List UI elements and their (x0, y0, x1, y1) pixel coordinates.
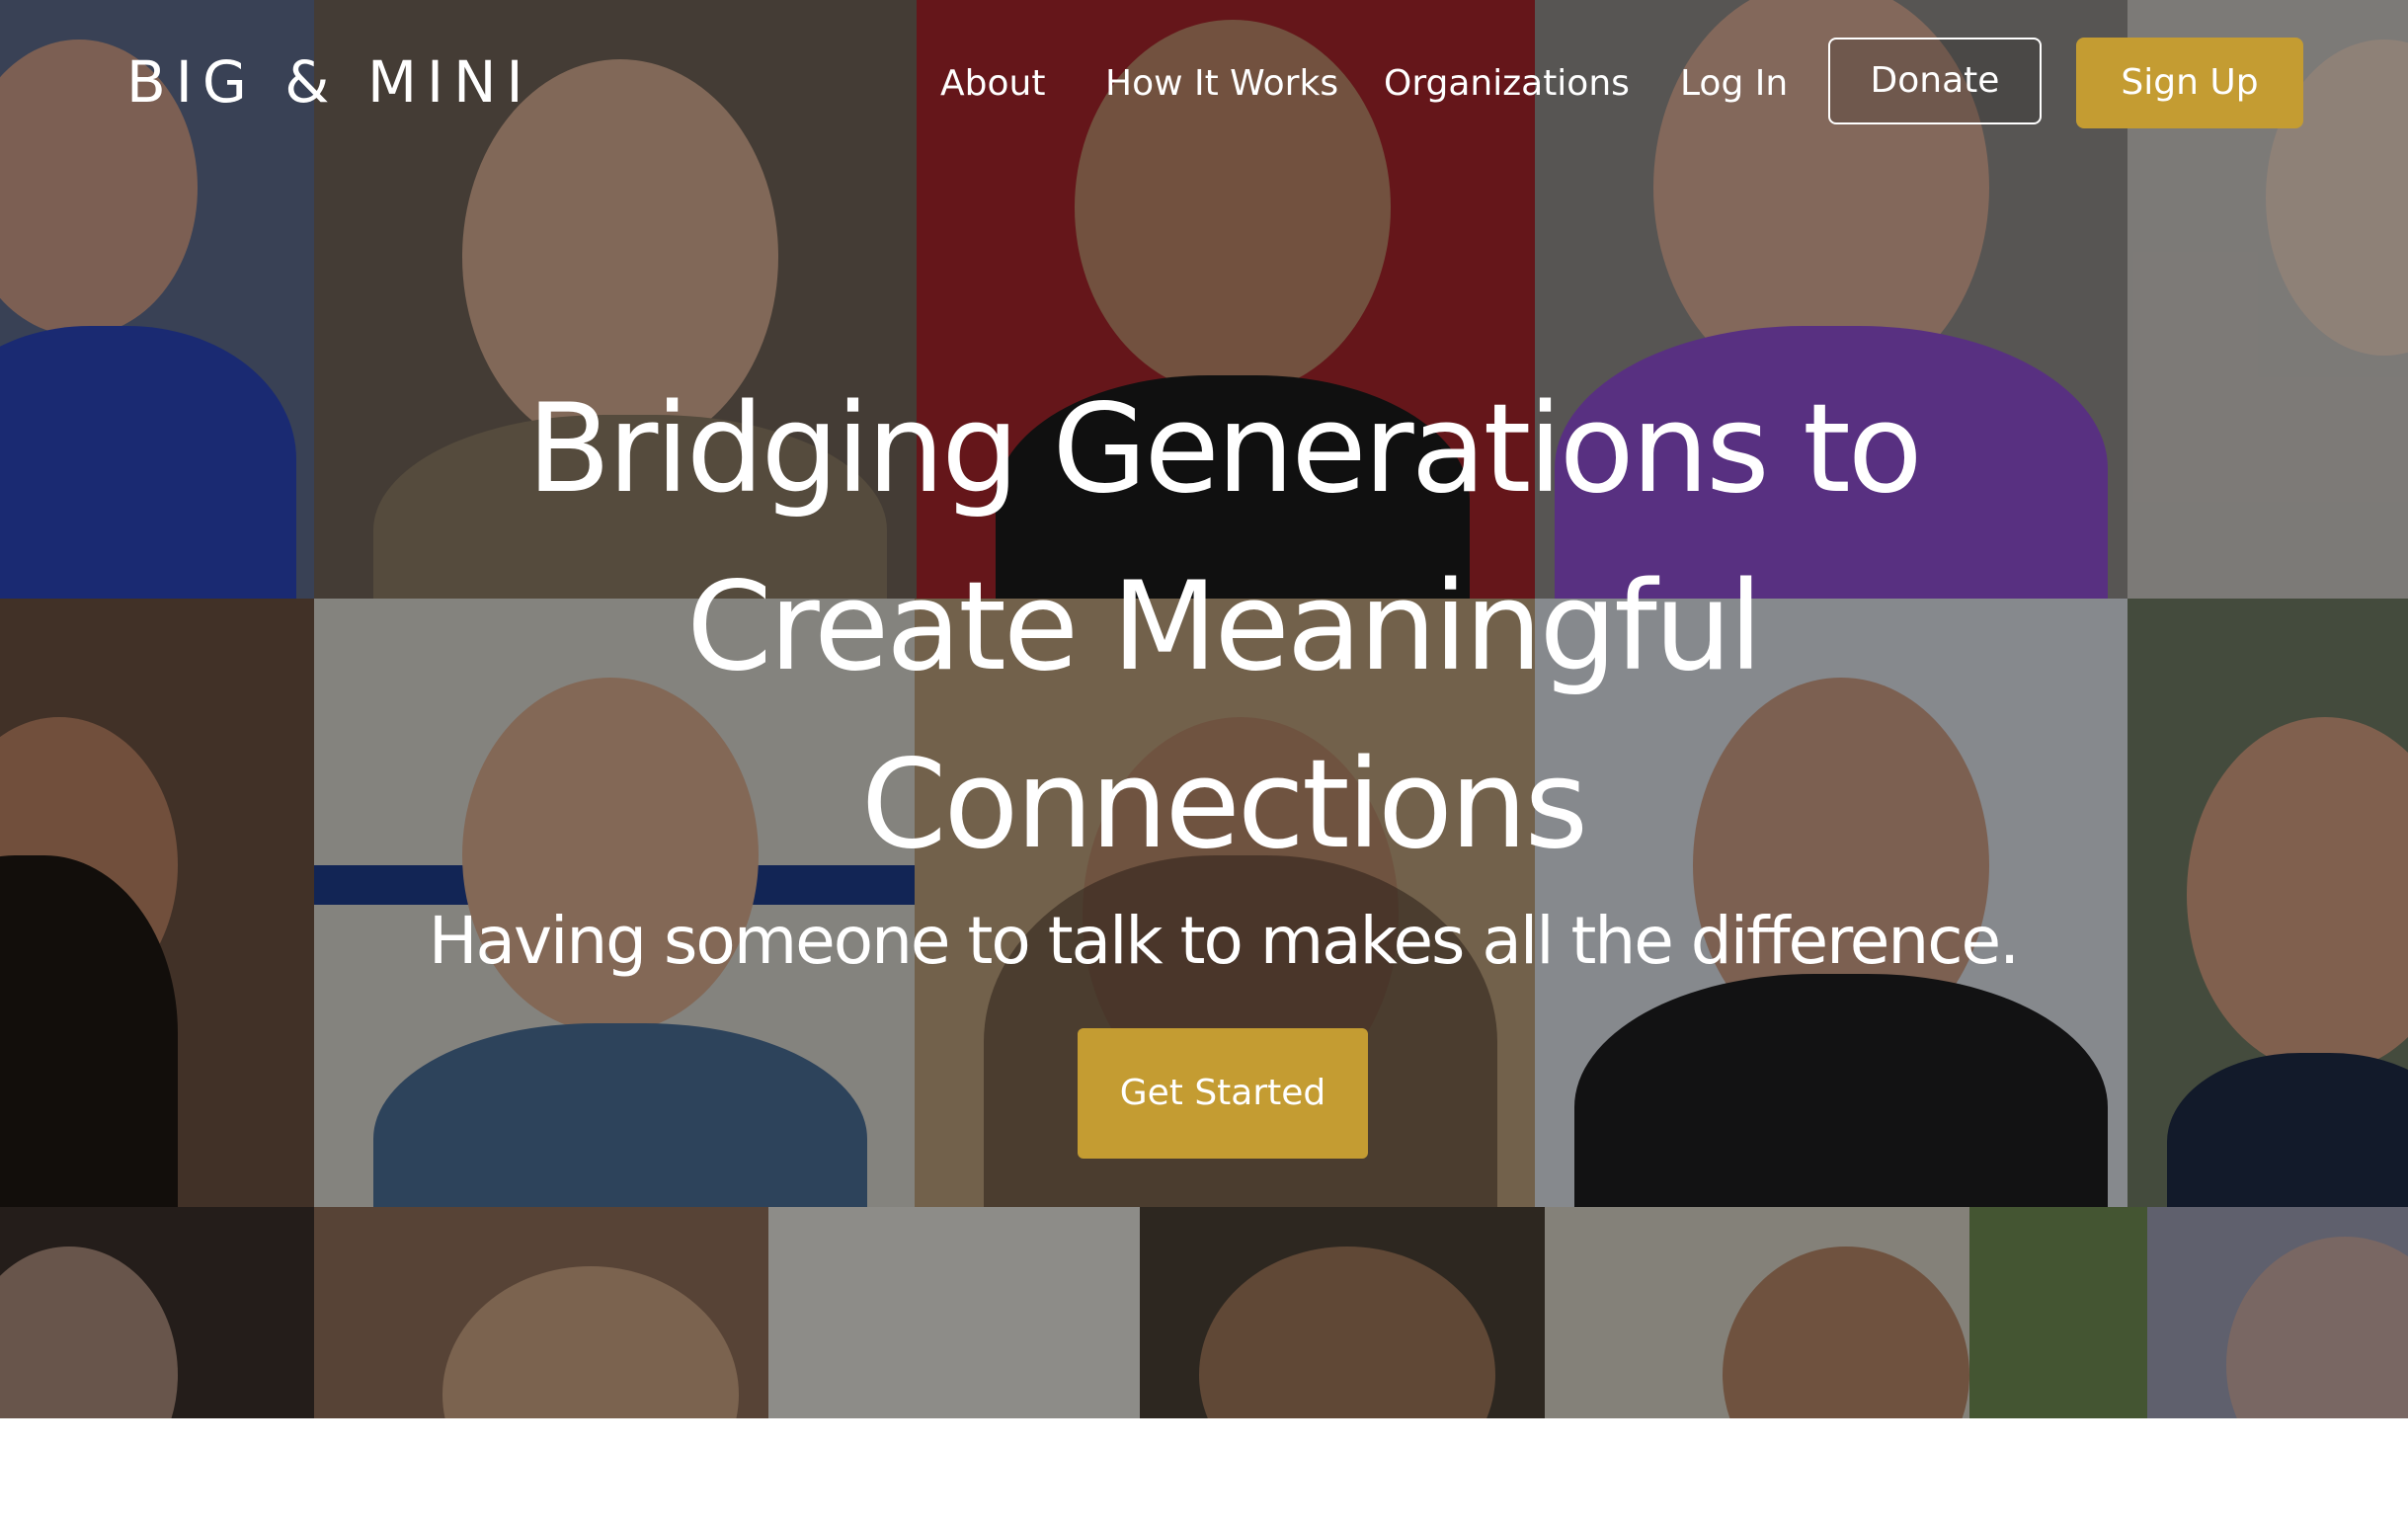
headline-line: Connections (860, 734, 1588, 876)
nav-link-how-it-works[interactable]: How It Works (1105, 56, 1338, 112)
nav-link-about[interactable]: About (940, 56, 1045, 112)
get-started-button[interactable]: Get Started (1078, 1028, 1368, 1159)
nav-link-organizations[interactable]: Organizations (1384, 56, 1630, 112)
hero-section: BIG & MINI About How It Works Organizati… (0, 0, 2408, 1418)
hero-subheadline: Having someone to talk to makes all the … (428, 903, 2020, 979)
headline-line: Create Meaningful (686, 556, 1763, 698)
donate-button[interactable]: Donate (1828, 38, 2042, 124)
hero-headline: Bridging Generations to Create Meaningfu… (435, 361, 2012, 894)
nav-link-log-in[interactable]: Log In (1680, 56, 1788, 112)
sign-up-button[interactable]: Sign Up (2076, 38, 2303, 128)
logo[interactable]: BIG & MINI (126, 47, 533, 117)
page-body-start (0, 1418, 2408, 1528)
headline-line: Bridging Generations to (526, 378, 1922, 521)
